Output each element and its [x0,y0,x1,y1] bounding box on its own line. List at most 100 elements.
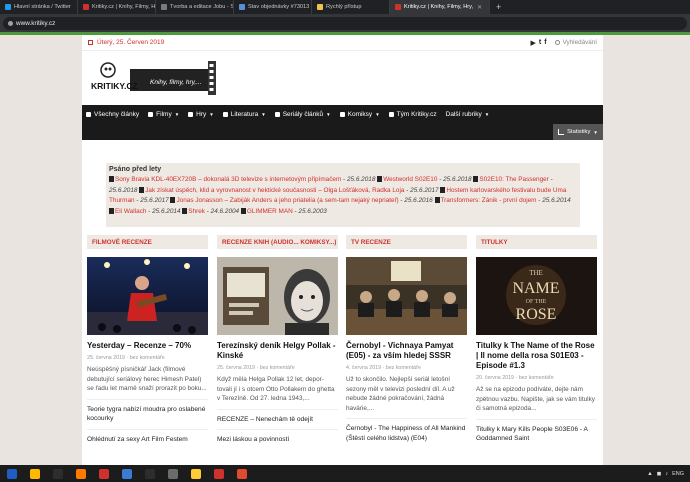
browser-tab[interactable]: Rychlý přístup [312,0,390,14]
taskbar-app-icon[interactable] [214,468,224,479]
secondary-navigation: Statistiky ▼ [82,124,603,140]
search-placeholder: Vyhledávání [562,39,597,46]
posted-years-ago-box: Psáno před lety Sony Bravia KDL-40EX720B… [106,163,580,227]
film-strip-icon [377,176,383,182]
address-bar[interactable]: www.kritiky.cz [3,16,687,30]
browser-tab[interactable]: Tvorba a editace Jobu - St [156,0,234,14]
old-post-date: 25.6.2016 [404,197,433,205]
article-thumbnail[interactable] [217,257,338,335]
old-post-link[interactable]: GLIMMER MAN [247,208,293,215]
nav-item-label: Všechny články [94,111,140,118]
nav-icon [222,112,228,117]
page-viewport: Úterý, 25. Červen 2019 ▶ t f Vyhledávání [0,35,690,465]
new-tab-icon[interactable]: + [490,2,507,12]
old-post-link[interactable]: Jak získat úspěch, klid a vyrovnanost v … [145,187,404,194]
old-post-date: 25.6.2003 [298,207,327,215]
taskbar-app-icon[interactable] [122,468,132,479]
close-tab-icon[interactable]: ✕ [477,4,482,11]
browser-tab[interactable]: Kritiky.cz | Knihy, Filmy, Hry, ✕ [390,0,490,14]
youtube-icon[interactable]: ▶ [530,39,535,47]
article-thumbnail[interactable] [346,257,467,335]
old-post-date: 25.6.2014 [542,197,571,205]
nav-item[interactable]: Tým Kritiky.cz [388,111,437,118]
browser-toolbar: www.kritiky.cz [0,14,690,32]
site-info-icon[interactable] [8,20,13,26]
nav-icon [339,112,345,117]
tray-item-icon[interactable]: ▲ [647,471,652,477]
article-thumbnail[interactable]: THE NAME OF THEROSE [476,257,597,335]
old-post-link[interactable]: Shrek [188,208,205,215]
category-column: TV RECENZE Černobyl - Vichnaya Pamyat (E0… [346,235,467,443]
tab-favicon-icon [317,4,323,10]
nav-item-label: Hry [196,111,207,118]
tray-item-icon[interactable]: ♪ [665,471,668,477]
old-post-link[interactable]: Jonas Jonasson – Zabiják Anders a jeho p… [176,197,398,204]
nav-item[interactable]: Literatura ▼ [222,111,266,118]
related-article-link[interactable]: Mezi láskou a povinností [217,429,338,444]
category-heading[interactable]: TITULKY [476,235,597,249]
film-strip-icon [440,186,446,193]
related-article-link[interactable]: Titulky k Mary Kills People S03E06 - A G… [476,418,597,444]
old-post-date: 25.6.2017 [140,197,169,205]
browser-tab[interactable]: Stav objednávky #73013 [234,0,312,14]
nav-icon [274,112,280,117]
taskbar-app-icon[interactable] [30,468,40,479]
tab-title: Rychlý přístup [326,4,362,10]
nav-item[interactable]: Filmy ▼ [148,111,179,118]
old-post-link[interactable]: Westworld S02E10 [383,176,437,183]
site-logo[interactable]: KRITIKY.CZ Knihy, filmy, hry,... [90,59,216,97]
old-post-link[interactable]: Eli Wallach [115,208,146,215]
article-title[interactable]: Yesterday – Recenze – 70% [87,341,208,351]
category-heading[interactable]: RECENZE KNIH (AUDIO... KOMIKSY...) [217,235,338,249]
nav-item[interactable]: Všechny články [86,111,139,118]
taskbar-app-icon[interactable] [237,468,247,479]
nav-item[interactable]: Další rubriky ▼ [446,111,490,118]
article-meta: 4. června 2019 · bez komentáře [346,365,421,371]
browser-tab[interactable]: Hlavní stránka / Twitter [0,0,78,14]
search-box[interactable]: Vyhledávání [554,39,597,46]
taskbar-app-icon[interactable] [99,468,109,479]
article-meta: 20. června 2019 · bez komentáře [476,375,554,381]
related-article-link[interactable]: Teorie tygra nabízí moudra pro oslabené … [87,398,208,424]
category-column: FILMOVÉ RECENZE Yesterday – Recenze – 70%… [87,235,208,444]
film-strip-icon [109,207,114,214]
poster-text: ROSE [516,306,557,323]
tray-item-icon[interactable]: ◼ [657,471,662,477]
stats-menu-button[interactable]: Statistiky ▼ [553,124,603,140]
old-post-link[interactable]: S02E10: The Passenger [479,176,549,183]
article-title[interactable]: Černobyl - Vichnaya Pamyat (E05) - za vš… [346,341,467,361]
taskbar-app-icon[interactable] [76,468,86,479]
related-article-link[interactable]: Černobyl - The Happiness of All Mankind … [346,418,467,443]
start-menu-icon[interactable] [7,468,17,479]
twitter-icon[interactable]: t [539,39,541,46]
article-meta: 25. června 2019 · bez komentáře [87,355,165,361]
taskbar-app-icon[interactable] [191,468,201,479]
tab-favicon-icon [395,4,401,10]
nav-item[interactable]: Seriály článků ▼ [274,111,331,118]
article-title[interactable]: Titulky k The Name of the Rose | Il nome… [476,341,597,371]
category-heading[interactable]: TV RECENZE [346,235,467,249]
tab-favicon-icon [5,4,11,10]
article-thumbnail[interactable] [87,257,208,335]
taskbar-app-icon[interactable] [168,468,178,479]
logo-wordmark: KRITIKY.CZ [91,81,138,91]
facebook-icon[interactable]: f [544,39,546,46]
main-navigation: Všechny články Filmy ▼ Hry ▼ Literatura ▼ Seriá… [82,105,603,124]
article-title[interactable]: Terezínský deník Helgy Pollak - Kinské [217,341,338,361]
nav-item[interactable]: Komiksy ▼ [339,111,380,118]
social-links: ▶ t f Vyhledávání [527,39,597,47]
old-post-link[interactable]: Transformers: Zánik - první dojem [441,197,537,204]
tray-item-icon[interactable]: ENG [672,471,684,477]
nav-item[interactable]: Hry ▼ [188,111,214,118]
related-article-link[interactable]: RECENZE – Nenechám tě odejít [217,408,338,424]
browser-tab[interactable]: Kritiky.cz | Knihy, Filmy, Hry, [78,0,156,14]
taskbar-app-icon[interactable] [53,468,63,479]
calendar-icon [88,40,93,45]
related-article-link[interactable]: Ohlédnutí za sexy Art Film Festem [87,428,208,444]
category-heading[interactable]: FILMOVÉ RECENZE [87,235,208,249]
system-tray: ▲ ◼ ♪ ENG [643,465,690,482]
taskbar-app-icon[interactable] [145,468,155,479]
nav-item-label: Filmy [156,111,172,118]
nav-item-label: Tým Kritiky.cz [396,111,437,118]
old-post-link[interactable]: Sony Bravia KDL-40EX720B – dokonalá 3D t… [115,176,341,183]
